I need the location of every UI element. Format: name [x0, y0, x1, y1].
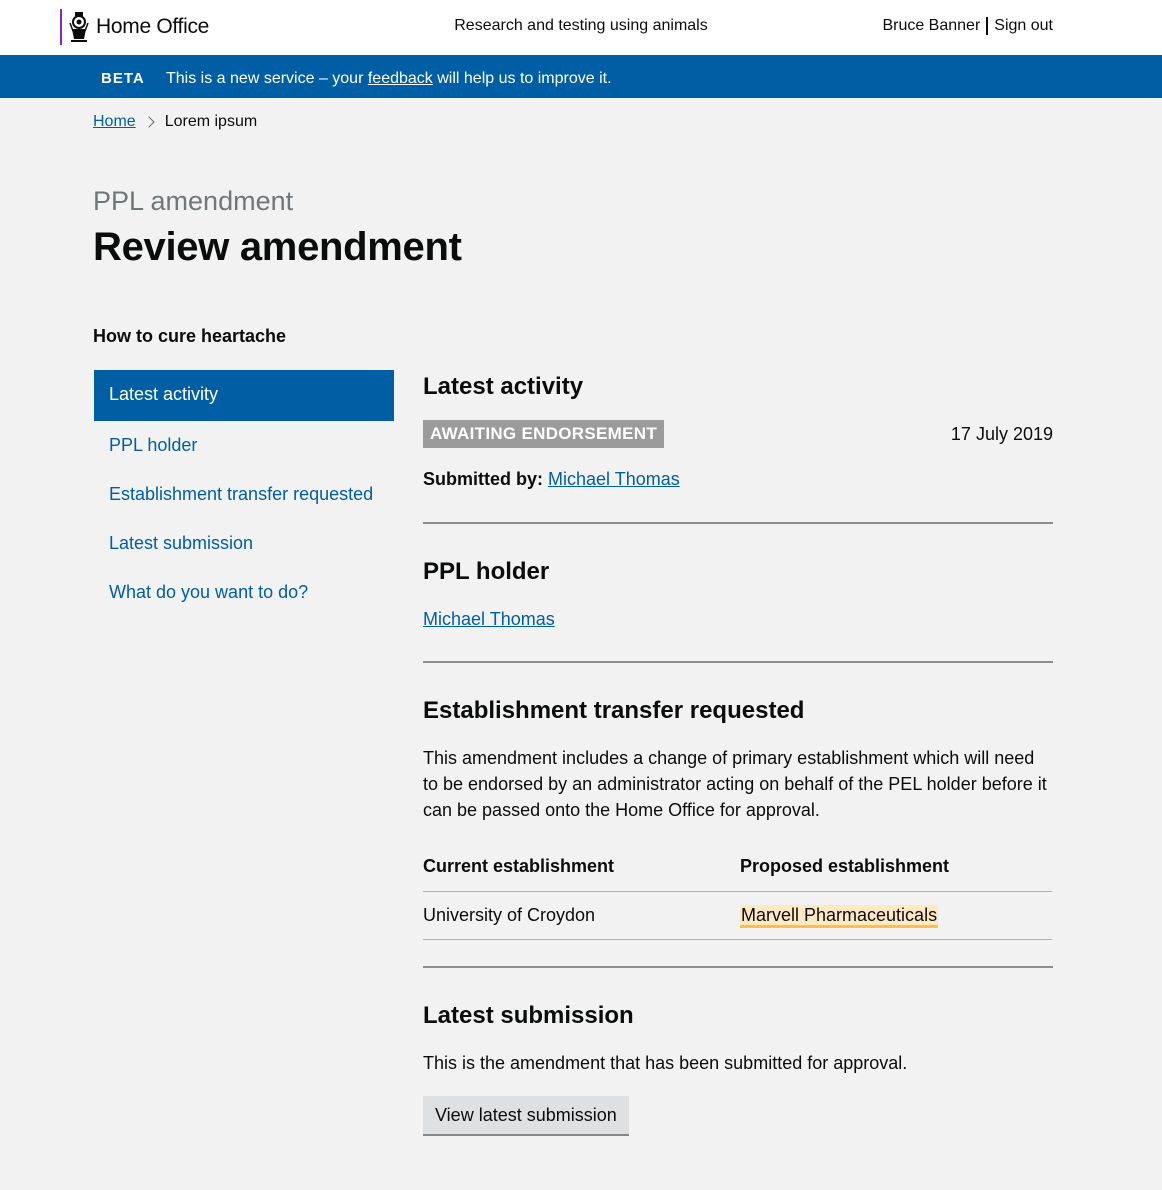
site-header: Home Office Research and testing using a…: [0, 0, 1162, 55]
establishment-table: Current establishment Proposed establish…: [423, 856, 1052, 940]
establishment-transfer-description: This amendment includes a change of prim…: [423, 748, 1047, 820]
section-divider: [423, 522, 1053, 524]
proposed-establishment: Marvell Pharmaceuticals: [740, 905, 939, 928]
submitted-by-label: Submitted by:: [423, 469, 543, 489]
table-row: University of Croydon Marvell Pharmaceut…: [423, 891, 1052, 940]
page-caption: PPL amendment: [93, 186, 294, 216]
current-establishment: University of Croydon: [423, 891, 740, 940]
beta-message: This is a new service – your feedback wi…: [166, 70, 612, 88]
project-title: How to cure heartache: [93, 326, 287, 346]
breadcrumb-current: Lorem ipsum: [164, 113, 258, 130]
sidenav-item-establishment-transfer[interactable]: Establishment transfer requested: [94, 470, 394, 519]
column-header-current: Current establishment: [423, 856, 740, 892]
breadcrumb: Home Lorem ipsum: [93, 113, 257, 131]
feedback-link[interactable]: feedback: [368, 70, 433, 87]
submitted-by-link[interactable]: Michael Thomas: [548, 469, 680, 489]
beta-message-text-end: will help us to improve it.: [432, 70, 612, 87]
home-office-logo[interactable]: Home Office: [60, 9, 209, 45]
page-title: Review amendment: [93, 225, 462, 269]
view-latest-submission-button[interactable]: View latest submission: [423, 1096, 629, 1136]
sidenav-item-ppl-holder[interactable]: PPL holder: [94, 421, 394, 470]
side-navigation: Latest activity PPL holder Establishment…: [94, 370, 394, 617]
submitted-by: Submitted by: Michael Thomas: [423, 469, 680, 490]
activity-date: 17 July 2019: [950, 424, 1053, 444]
ppl-holder-link[interactable]: Michael Thomas: [423, 606, 555, 632]
service-name[interactable]: Research and testing using animals: [454, 17, 707, 34]
beta-tag: BETA: [101, 70, 145, 87]
latest-activity-heading: Latest activity: [423, 373, 584, 400]
column-header-proposed: Proposed establishment: [740, 856, 1052, 892]
section-divider: [423, 661, 1053, 663]
sidenav-item-latest-submission[interactable]: Latest submission: [94, 519, 394, 568]
chevron-right-icon: [143, 116, 155, 128]
user-name-link[interactable]: Bruce Banner: [882, 17, 980, 35]
beta-banner: BETA This is a new service – your feedba…: [0, 55, 1162, 98]
ppl-holder-heading: PPL holder: [423, 558, 550, 585]
sign-out-link[interactable]: Sign out: [994, 17, 1053, 35]
royal-crest-icon: [69, 12, 89, 42]
section-divider: [423, 966, 1053, 968]
divider: [986, 17, 989, 35]
status-badge: AWAITING ENDORSEMENT: [423, 420, 665, 448]
sidenav-item-what-to-do[interactable]: What do you want to do?: [94, 568, 394, 617]
status-row: AWAITING ENDORSEMENT 17 July 2019: [423, 420, 1053, 448]
proposed-establishment-cell: Marvell Pharmaceuticals: [740, 891, 1052, 940]
beta-message-text: This is a new service – your: [166, 70, 368, 87]
sidenav-item-latest-activity[interactable]: Latest activity: [94, 370, 394, 421]
breadcrumb-home-link[interactable]: Home: [93, 113, 136, 131]
latest-submission-heading: Latest submission: [423, 1002, 634, 1029]
table-header-row: Current establishment Proposed establish…: [423, 856, 1052, 892]
user-nav: Bruce Banner Sign out: [882, 17, 1053, 35]
logo-text: Home Office: [96, 15, 210, 38]
establishment-transfer-heading: Establishment transfer requested: [423, 697, 805, 724]
latest-submission-description: This is the amendment that has been subm…: [423, 1053, 908, 1073]
